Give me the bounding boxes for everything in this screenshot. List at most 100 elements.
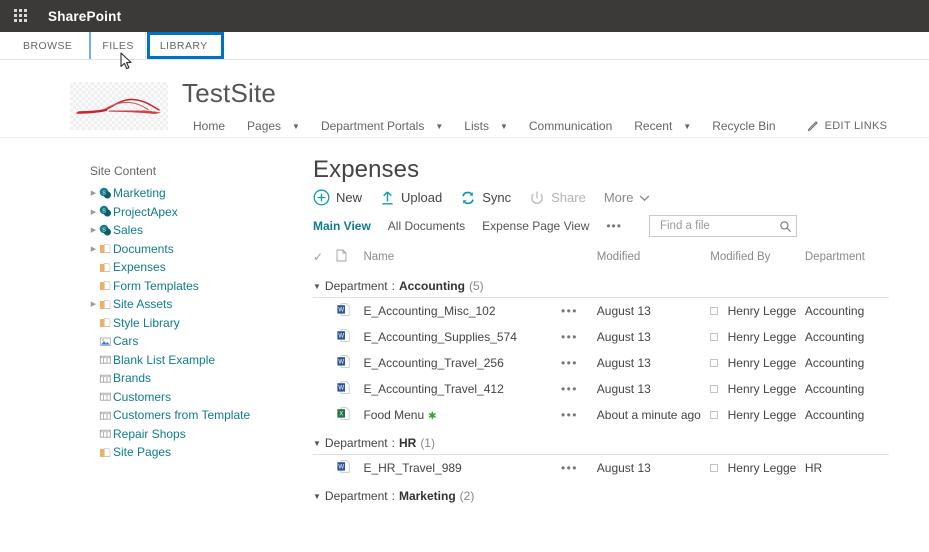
file-name[interactable]: E_Accounting_Supplies_574 — [363, 330, 516, 344]
nav-item-lists[interactable]: Lists — [453, 117, 500, 135]
sidebar-item-blank-list-example[interactable]: Blank List Example — [88, 351, 300, 370]
row-name-cell[interactable]: E_Accounting_Travel_256 — [363, 350, 561, 376]
row-name-cell[interactable]: E_Accounting_Misc_102 — [363, 298, 561, 325]
ribbon-tab-browse[interactable]: BROWSE — [12, 32, 83, 59]
collapse-twisty-icon[interactable]: ▼ — [313, 282, 321, 291]
sidebar-item-brands[interactable]: Brands — [88, 369, 300, 388]
upload-button[interactable]: Upload — [380, 190, 442, 206]
row-ellipsis-cell[interactable]: ••• — [561, 350, 597, 376]
column-header-select-all[interactable]: ✓ — [313, 245, 336, 271]
row-ellipsis-cell[interactable]: ••• — [561, 324, 597, 350]
row-context-menu-button[interactable]: ••• — [561, 382, 578, 396]
column-header-type[interactable] — [336, 245, 363, 271]
app-launcher-icon[interactable] — [14, 9, 28, 23]
table-row[interactable]: W E_HR_Travel_989 ••• August 13 Henry Le… — [313, 455, 889, 482]
search-input[interactable] — [657, 219, 779, 233]
views-overflow-button[interactable]: ••• — [606, 219, 622, 233]
nav-caret-pages-icon[interactable]: ▼ — [292, 120, 310, 133]
file-name[interactable]: E_HR_Travel_989 — [363, 461, 461, 475]
ribbon-tab-files[interactable]: FILES — [89, 32, 146, 59]
row-context-menu-button[interactable]: ••• — [561, 408, 578, 422]
table-row[interactable]: W E_Accounting_Misc_102 ••• August 13 He… — [313, 298, 889, 325]
nav-item-recycle-bin[interactable]: Recycle Bin — [701, 117, 786, 135]
modified-by-name[interactable]: Henry Legge — [728, 330, 797, 344]
group-header-row[interactable]: ▼ Department : Accounting (5) — [313, 271, 889, 298]
row-select-cell[interactable] — [313, 455, 336, 482]
more-button[interactable]: More — [604, 190, 651, 205]
search-icon[interactable] — [779, 220, 792, 233]
group-header-row[interactable]: ▼ Department : Marketing (2) — [313, 481, 889, 507]
expand-twisty-icon[interactable]: ▶ — [88, 189, 99, 197]
column-header-department[interactable]: Department — [805, 245, 889, 271]
sidebar-item-form-templates[interactable]: Form Templates — [88, 277, 300, 296]
file-name[interactable]: E_Accounting_Travel_256 — [363, 356, 503, 370]
sidebar-item-documents[interactable]: ▶ Documents — [88, 240, 300, 259]
row-ellipsis-cell[interactable]: ••• — [561, 402, 597, 428]
search-box[interactable] — [648, 215, 797, 237]
sidebar-item-style-library[interactable]: Style Library — [88, 314, 300, 333]
column-header-modified[interactable]: Modified — [597, 245, 711, 271]
nav-caret-lists-icon[interactable]: ▼ — [500, 120, 518, 133]
row-ellipsis-cell[interactable]: ••• — [561, 455, 597, 482]
group-header-marketing[interactable]: ▼ Department : Marketing (2) — [313, 489, 889, 503]
modified-by-name[interactable]: Henry Legge — [728, 408, 797, 422]
row-context-menu-button[interactable]: ••• — [561, 304, 578, 318]
sidebar-item-expenses[interactable]: Expenses — [88, 258, 300, 277]
row-ellipsis-cell[interactable]: ••• — [561, 298, 597, 325]
row-name-cell[interactable]: E_Accounting_Travel_412 — [363, 376, 561, 402]
row-context-menu-button[interactable]: ••• — [561, 461, 578, 475]
modified-by-name[interactable]: Henry Legge — [728, 304, 797, 318]
row-name-cell[interactable]: E_Accounting_Supplies_574 — [363, 324, 561, 350]
sidebar-item-marketing[interactable]: ▶ S Marketing — [88, 184, 300, 203]
column-header-name[interactable]: Name — [363, 245, 561, 271]
row-name-cell[interactable]: Food Menu ✱ — [363, 402, 561, 428]
row-context-menu-button[interactable]: ••• — [561, 356, 578, 370]
column-header-modified-by[interactable]: Modified By — [710, 245, 805, 271]
site-title[interactable]: TestSite — [182, 78, 887, 108]
quick-launch-heading[interactable]: Site Content — [88, 164, 300, 178]
expand-twisty-icon[interactable]: ▶ — [88, 300, 99, 308]
file-name[interactable]: Food Menu — [363, 408, 424, 422]
collapse-twisty-icon[interactable]: ▼ — [313, 492, 321, 501]
table-row[interactable]: W E_Accounting_Travel_256 ••• August 13 … — [313, 350, 889, 376]
modified-by-name[interactable]: Henry Legge — [728, 382, 797, 396]
modified-by-name[interactable]: Henry Legge — [728, 461, 797, 475]
row-select-cell[interactable] — [313, 298, 336, 325]
expand-twisty-icon[interactable]: ▶ — [88, 226, 99, 234]
expand-twisty-icon[interactable]: ▶ — [88, 245, 99, 253]
sidebar-item-cars[interactable]: Cars — [88, 332, 300, 351]
table-row[interactable]: W E_Accounting_Supplies_574 ••• August 1… — [313, 324, 889, 350]
table-row[interactable]: W E_Accounting_Travel_412 ••• August 13 … — [313, 376, 889, 402]
nav-caret-recent-icon[interactable]: ▼ — [683, 120, 701, 133]
sidebar-item-site-assets[interactable]: ▶ Site Assets — [88, 295, 300, 314]
view-expense-page-view[interactable]: Expense Page View — [482, 219, 589, 233]
nav-item-pages[interactable]: Pages — [236, 117, 292, 135]
nav-caret-department-portals-icon[interactable]: ▼ — [435, 120, 453, 133]
suite-title[interactable]: SharePoint — [48, 9, 121, 24]
file-name[interactable]: E_Accounting_Misc_102 — [363, 304, 495, 318]
sidebar-item-site-pages[interactable]: Site Pages — [88, 443, 300, 462]
sidebar-item-customers[interactable]: Customers — [88, 388, 300, 407]
sidebar-item-projectapex[interactable]: ▶ S ProjectApex — [88, 203, 300, 222]
row-select-cell[interactable] — [313, 402, 336, 428]
sidebar-item-sales[interactable]: ▶ S Sales — [88, 221, 300, 240]
ribbon-tab-library[interactable]: LIBRARY — [146, 32, 224, 59]
nav-item-department-portals[interactable]: Department Portals — [310, 117, 435, 135]
nav-item-recent[interactable]: Recent — [623, 117, 683, 135]
view-all-documents[interactable]: All Documents — [388, 219, 465, 233]
new-button[interactable]: New — [313, 189, 362, 206]
file-name[interactable]: E_Accounting_Travel_412 — [363, 382, 503, 396]
sync-button[interactable]: Sync — [460, 190, 511, 206]
nav-item-home[interactable]: Home — [182, 117, 236, 135]
row-select-cell[interactable] — [313, 324, 336, 350]
nav-item-communication[interactable]: Communication — [518, 117, 623, 135]
sidebar-item-customers-from-template[interactable]: Customers from Template — [88, 406, 300, 425]
row-name-cell[interactable]: E_HR_Travel_989 — [363, 455, 561, 482]
table-row[interactable]: X Food Menu ✱ ••• About a minute ago Henr… — [313, 402, 889, 428]
expand-twisty-icon[interactable]: ▶ — [88, 208, 99, 216]
row-context-menu-button[interactable]: ••• — [561, 330, 578, 344]
row-ellipsis-cell[interactable]: ••• — [561, 376, 597, 402]
view-main-view[interactable]: Main View — [313, 219, 371, 233]
group-header-hr[interactable]: ▼ Department : HR (1) — [313, 436, 889, 450]
collapse-twisty-icon[interactable]: ▼ — [313, 439, 321, 448]
